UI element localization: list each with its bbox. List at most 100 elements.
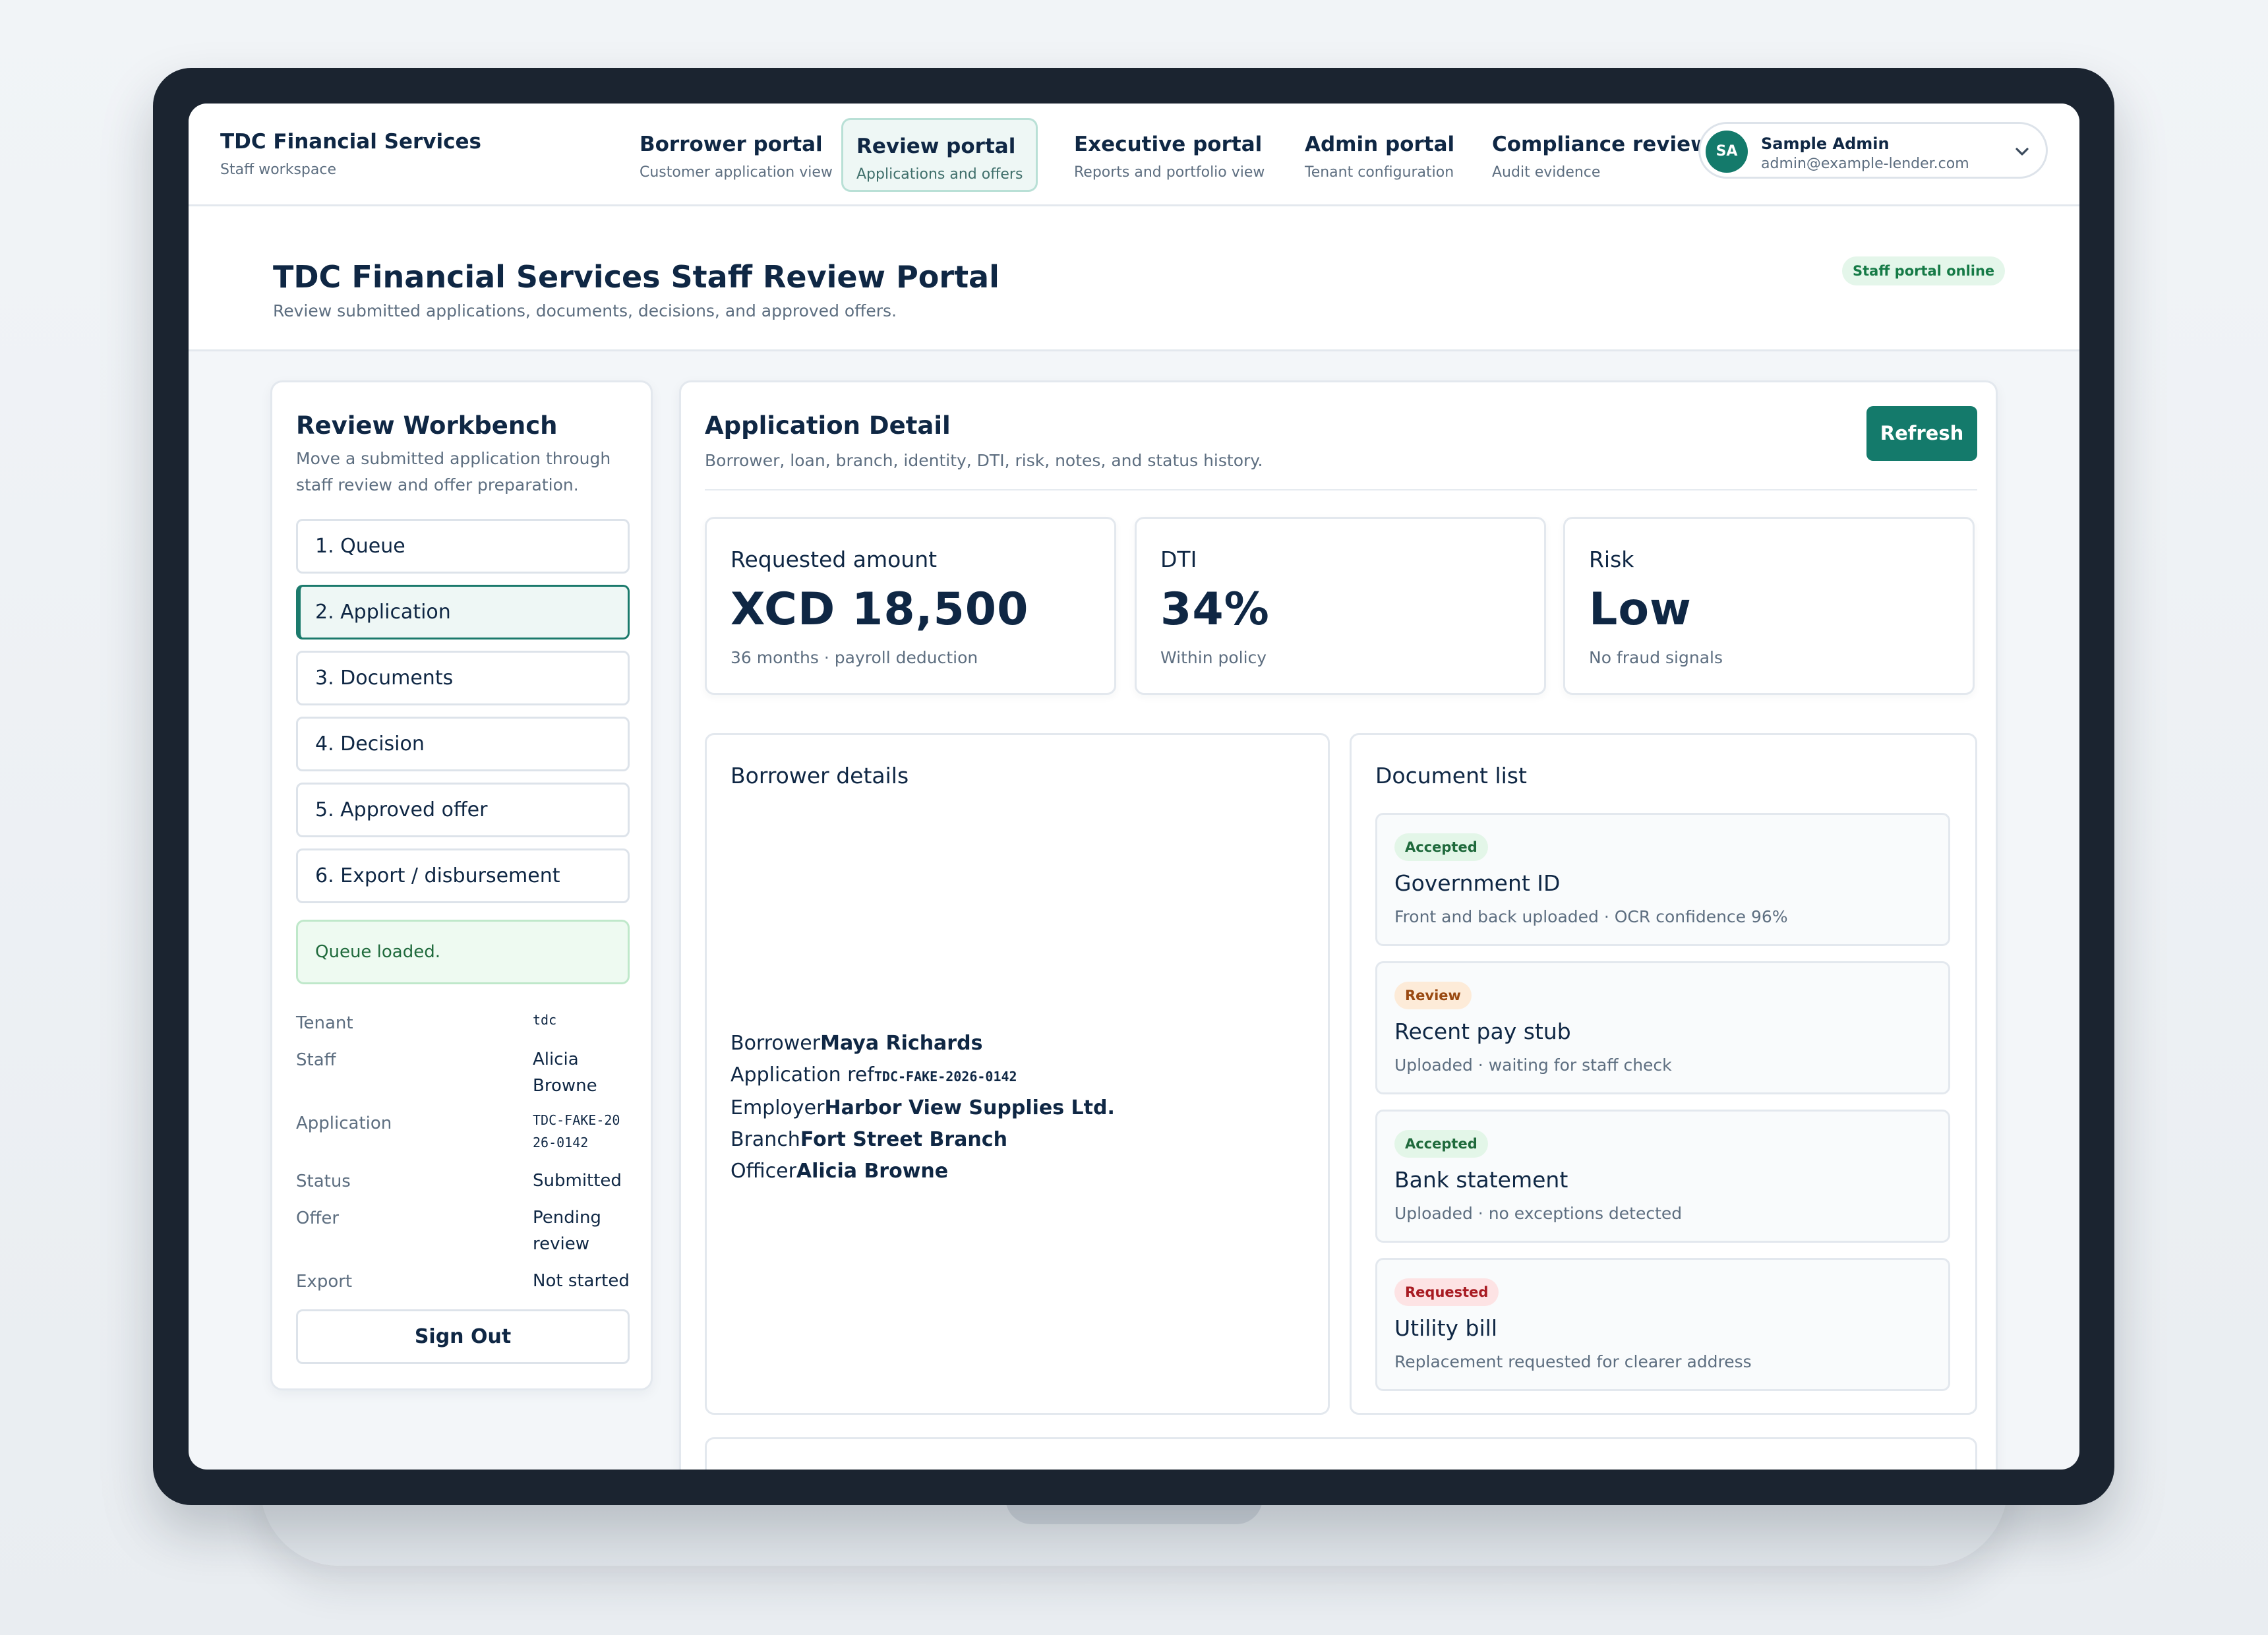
user-name: Sample Admin bbox=[1761, 134, 1890, 153]
tab-title: Compliance review bbox=[1492, 133, 1710, 156]
tab-admin-portal[interactable]: Admin portal Tenant configuration bbox=[1292, 118, 1468, 192]
borrower-details-panel: Borrower details BorrowerMaya Richards A… bbox=[705, 733, 1330, 1415]
brand-subtitle: Staff workspace bbox=[220, 162, 336, 178]
tab-executive-portal[interactable]: Executive portal Reports and portfolio v… bbox=[1061, 118, 1278, 192]
stat-value: XCD 18,500 bbox=[731, 583, 1029, 636]
detail-row-borrower: BorrowerMaya Richards bbox=[731, 1028, 1115, 1059]
stat-label: Requested amount bbox=[731, 547, 938, 572]
tab-review-portal[interactable]: Review portal Applications and offers bbox=[841, 118, 1038, 192]
document-title: Utility bill bbox=[1394, 1315, 1498, 1341]
detail-value: Fort Street Branch bbox=[800, 1128, 1007, 1151]
status-badge: Staff portal online bbox=[1842, 256, 2006, 285]
detail-title: Application Detail bbox=[705, 411, 951, 440]
avatar: SA bbox=[1706, 131, 1748, 173]
meta-label-staff: Staff bbox=[296, 1050, 336, 1070]
page-title: TDC Financial Services Staff Review Port… bbox=[273, 259, 1000, 295]
detail-row-employer: EmployerHarbor View Supplies Ltd. bbox=[731, 1092, 1115, 1124]
panel-title: Document list bbox=[1375, 763, 1527, 788]
tab-title: Borrower portal bbox=[640, 133, 823, 156]
tab-subtitle: Applications and offers bbox=[856, 166, 1023, 183]
step-queue[interactable]: 1. Queue bbox=[296, 519, 630, 574]
stat-value: Low bbox=[1589, 583, 1692, 636]
stat-value: 34% bbox=[1160, 583, 1270, 636]
workbench-subtitle: Move a submitted application through sta… bbox=[296, 449, 611, 494]
detail-value: TDC-FAKE-2026-0142 bbox=[874, 1069, 1017, 1085]
brand: TDC Financial Services Staff workspace bbox=[220, 130, 481, 178]
detail-label: Employer bbox=[731, 1096, 825, 1119]
next-section-card bbox=[705, 1437, 1977, 1470]
detail-value: Maya Richards bbox=[820, 1032, 983, 1055]
document-note: Replacement requested for clearer addres… bbox=[1394, 1352, 1752, 1371]
panel-title: Borrower details bbox=[731, 763, 909, 788]
document-card-utility-bill[interactable]: Requested Utility bill Replacement reque… bbox=[1375, 1258, 1950, 1391]
document-list-panel: Document list Accepted Government ID Fro… bbox=[1350, 733, 1977, 1415]
stat-label: Risk bbox=[1589, 547, 1634, 572]
detail-row-branch: BranchFort Street Branch bbox=[731, 1124, 1115, 1156]
step-decision[interactable]: 4. Decision bbox=[296, 717, 630, 771]
status-message: Queue loaded. bbox=[296, 920, 630, 984]
refresh-button[interactable]: Refresh bbox=[1866, 406, 1977, 461]
tab-borrower-portal[interactable]: Borrower portal Customer application vie… bbox=[626, 118, 846, 192]
review-workbench: Review Workbench Move a submitted applic… bbox=[270, 380, 653, 1390]
detail-subtitle: Borrower, loan, branch, identity, DTI, r… bbox=[705, 451, 1263, 470]
detail-label: Branch bbox=[731, 1128, 800, 1151]
detail-value: Harbor View Supplies Ltd. bbox=[824, 1096, 1115, 1119]
meta-value-offer: Pending review bbox=[533, 1208, 601, 1254]
meta-label-application: Application bbox=[296, 1114, 392, 1133]
page-subtitle: Review submitted applications, documents… bbox=[273, 301, 897, 320]
meta-label-status: Status bbox=[296, 1172, 351, 1191]
meta-value-staff: Alicia Browne bbox=[533, 1050, 597, 1096]
status-badge: Requested bbox=[1394, 1278, 1499, 1306]
stat-note: Within policy bbox=[1160, 648, 1267, 667]
workbench-title: Review Workbench bbox=[296, 411, 558, 440]
step-documents[interactable]: 3. Documents bbox=[296, 651, 630, 705]
meta-label-export: Export bbox=[296, 1272, 353, 1292]
app-screen: TDC Financial Services Staff workspace B… bbox=[189, 104, 2079, 1470]
document-note: Front and back uploaded · OCR confidence… bbox=[1394, 907, 1788, 926]
document-title: Government ID bbox=[1394, 870, 1561, 896]
status-badge: Review bbox=[1394, 982, 1472, 1009]
tab-subtitle: Customer application view bbox=[640, 164, 833, 181]
stat-requested-amount: Requested amount XCD 18,500 36 months · … bbox=[705, 517, 1116, 695]
document-note: Uploaded · no exceptions detected bbox=[1394, 1204, 1683, 1223]
status-badge: Accepted bbox=[1394, 1130, 1488, 1158]
tab-title: Review portal bbox=[856, 134, 1016, 158]
tab-subtitle: Audit evidence bbox=[1492, 164, 1601, 181]
document-note: Uploaded · waiting for staff check bbox=[1394, 1055, 1672, 1075]
page-header: TDC Financial Services Staff Review Port… bbox=[189, 206, 2079, 351]
meta-value-status: Submitted bbox=[533, 1171, 622, 1191]
detail-value: Alicia Browne bbox=[796, 1160, 949, 1183]
top-navigation: TDC Financial Services Staff workspace B… bbox=[189, 104, 2079, 206]
divider bbox=[705, 489, 1977, 490]
step-approved-offer[interactable]: 5. Approved offer bbox=[296, 783, 630, 837]
sign-out-button[interactable]: Sign Out bbox=[296, 1309, 630, 1364]
meta-value-tenant: tdc bbox=[533, 1012, 557, 1028]
chevron-down-icon[interactable] bbox=[2012, 141, 2033, 162]
meta-value-export: Not started bbox=[533, 1271, 630, 1291]
meta-value-application: TDC-FAKE-2026-0142 bbox=[533, 1112, 620, 1150]
document-card-pay-stub[interactable]: Review Recent pay stub Uploaded · waitin… bbox=[1375, 961, 1950, 1094]
borrower-detail-list: BorrowerMaya Richards Application refTDC… bbox=[731, 1028, 1115, 1187]
meta-label-offer: Offer bbox=[296, 1208, 340, 1228]
user-email: admin@example-lender.com bbox=[1761, 156, 1969, 172]
user-menu[interactable]: SA Sample Admin admin@example-lender.com bbox=[1698, 122, 2048, 179]
detail-row-officer: OfficerAlicia Browne bbox=[731, 1156, 1115, 1187]
brand-title: TDC Financial Services bbox=[220, 130, 481, 154]
tab-compliance-review[interactable]: Compliance review Audit evidence bbox=[1479, 118, 1723, 192]
document-card-bank-statement[interactable]: Accepted Bank statement Uploaded · no ex… bbox=[1375, 1110, 1950, 1243]
stat-dti: DTI 34% Within policy bbox=[1135, 517, 1546, 695]
detail-row-application-ref: Application refTDC-FAKE-2026-0142 bbox=[731, 1059, 1115, 1092]
application-detail: Application Detail Borrower, loan, branc… bbox=[679, 380, 1998, 1470]
detail-label: Application ref bbox=[731, 1063, 874, 1086]
tab-subtitle: Tenant configuration bbox=[1305, 164, 1454, 181]
document-card-government-id[interactable]: Accepted Government ID Front and back up… bbox=[1375, 813, 1950, 946]
meta-label-tenant: Tenant bbox=[296, 1013, 353, 1033]
step-application[interactable]: 2. Application bbox=[296, 585, 630, 639]
step-export-disbursement[interactable]: 6. Export / disbursement bbox=[296, 848, 630, 903]
detail-label: Borrower bbox=[731, 1032, 821, 1055]
stat-label: DTI bbox=[1160, 547, 1197, 572]
tab-subtitle: Reports and portfolio view bbox=[1074, 164, 1265, 181]
stat-note: No fraud signals bbox=[1589, 648, 1723, 667]
stat-risk: Risk Low No fraud signals bbox=[1563, 517, 1975, 695]
tab-title: Admin portal bbox=[1305, 133, 1455, 156]
